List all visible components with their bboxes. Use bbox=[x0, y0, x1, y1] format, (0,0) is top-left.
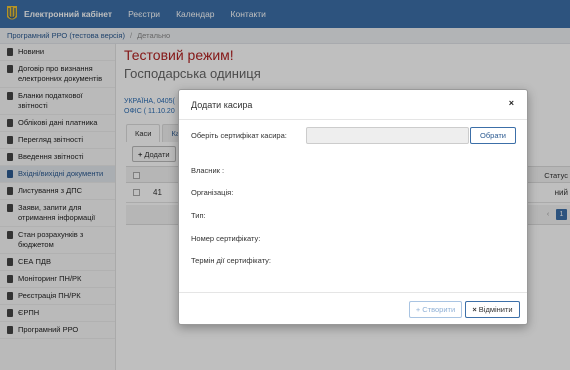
create-button-label: Створити bbox=[422, 305, 456, 314]
close-icon[interactable]: × bbox=[509, 98, 514, 108]
modal-header: Додати касира × bbox=[179, 90, 527, 120]
cert-input[interactable] bbox=[306, 127, 469, 144]
choose-cert-button[interactable]: Обрати bbox=[470, 127, 516, 144]
cert-validity-label: Термін дії сертифікату: bbox=[191, 256, 271, 265]
add-cashier-modal: Додати касира × Оберіть сертифікат касир… bbox=[178, 89, 528, 325]
close-icon: × bbox=[472, 305, 477, 314]
cert-number-label: Номер сертифікату: bbox=[191, 234, 261, 243]
cancel-button[interactable]: × Відмінити bbox=[465, 301, 520, 318]
plus-icon: + bbox=[415, 305, 421, 314]
type-label: Тип: bbox=[191, 211, 206, 220]
create-button[interactable]: + Створити bbox=[409, 301, 462, 318]
organization-label: Організація: bbox=[191, 188, 234, 197]
cancel-button-label: Відмінити bbox=[478, 305, 513, 314]
owner-label: Власник : bbox=[191, 166, 225, 175]
modal-title: Додати касира bbox=[191, 100, 253, 110]
modal-footer-divider bbox=[179, 292, 527, 293]
cert-select-label: Оберіть сертифікат касира: bbox=[191, 131, 287, 140]
